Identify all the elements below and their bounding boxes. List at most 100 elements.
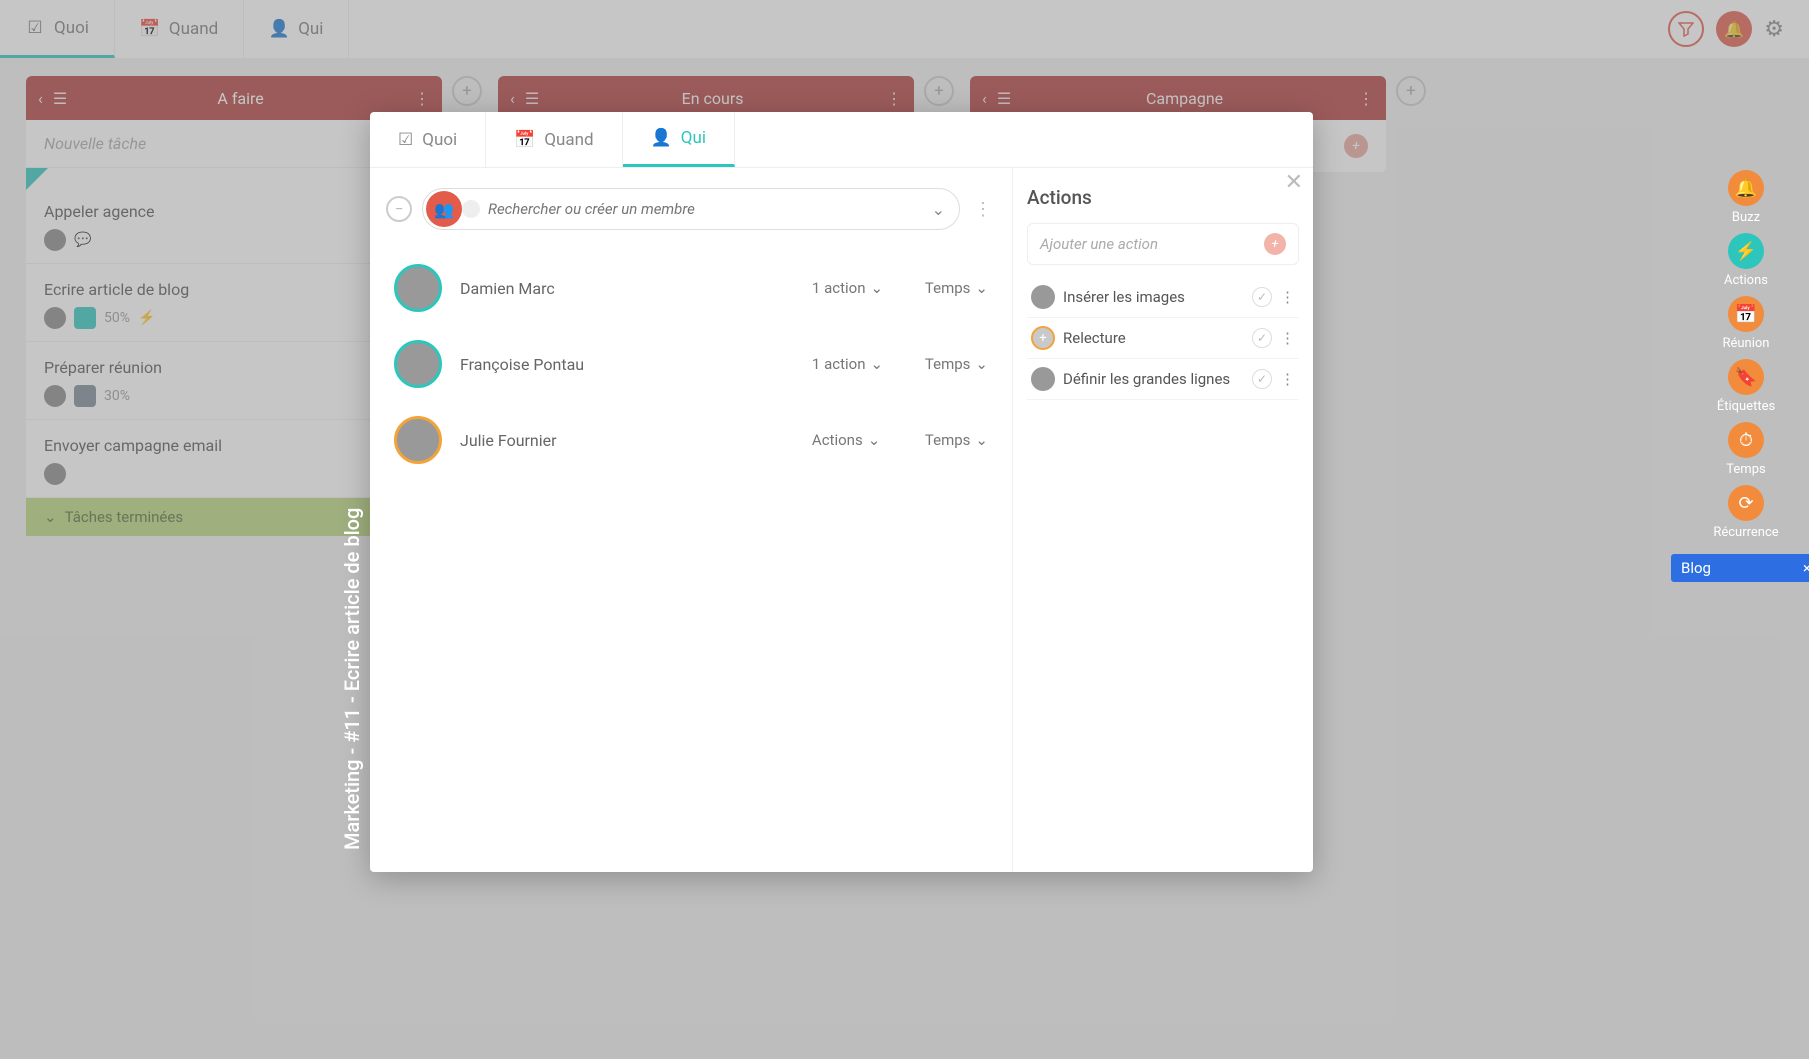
column-title: En cours — [549, 89, 876, 108]
chevron-left-icon[interactable]: ‹ — [510, 89, 515, 108]
tab-label: Quoi — [422, 130, 457, 150]
action-item[interactable]: Définir les grandes lignes ✓ ⋮ — [1027, 359, 1299, 400]
member-row[interactable]: Julie Fournier Actions ⌄ Temps ⌄ — [386, 402, 996, 478]
modal-tab-quoi[interactable]: ☑ Quoi — [370, 112, 486, 167]
add-assignee-icon[interactable]: + — [1031, 326, 1055, 350]
calendar-icon: 📅 — [514, 130, 535, 150]
notifications-button[interactable]: 🔔 — [1716, 11, 1752, 47]
clock-icon: ⏱ — [1728, 422, 1764, 458]
plus-icon[interactable]: + — [1264, 233, 1286, 255]
more-icon[interactable]: ⋮ — [1358, 89, 1374, 108]
remove-button[interactable]: − — [386, 196, 412, 222]
plus-icon[interactable]: + — [1344, 134, 1368, 158]
sidebar-temps[interactable]: ⏱ Temps — [1726, 422, 1765, 477]
add-column-button[interactable]: + — [452, 76, 482, 106]
more-icon[interactable]: ⋮ — [970, 199, 996, 220]
nav-tab-quoi[interactable]: ☑ Quoi — [0, 0, 115, 58]
avatar — [1031, 285, 1055, 309]
modal-tab-quand[interactable]: 📅 Quand — [486, 112, 622, 167]
chevron-left-icon[interactable]: ‹ — [38, 89, 43, 108]
progress-text: 50% — [104, 310, 130, 326]
sidebar-label: Actions — [1724, 273, 1768, 288]
sidebar-reunion[interactable]: 📅 Réunion — [1722, 296, 1769, 351]
modal-tab-qui[interactable]: 👤 Qui — [623, 112, 735, 167]
avatar — [394, 264, 442, 312]
modal-tabs: ☑ Quoi 📅 Quand 👤 Qui — [370, 112, 1313, 168]
comment-icon: 💬 — [74, 232, 91, 248]
sidebar-recurrence[interactable]: ⟳ Récurrence — [1713, 485, 1778, 540]
nav-tab-label: Quand — [169, 19, 218, 39]
chevron-down-icon[interactable]: ⌄ — [932, 200, 945, 219]
search-input[interactable] — [488, 200, 932, 218]
action-count-dropdown[interactable]: Actions ⌄ — [812, 431, 907, 449]
sidebar-buzz[interactable]: 🔔 Buzz — [1728, 170, 1764, 225]
time-dropdown[interactable]: Temps ⌄ — [925, 279, 988, 297]
more-icon[interactable]: ⋮ — [414, 89, 430, 108]
task-modal: ☑ Quoi 📅 Quand 👤 Qui − 👥 ⌄ ⋮ — [370, 112, 1313, 872]
repeat-icon: ⟳ — [1728, 485, 1764, 521]
sidebar-etiquettes[interactable]: 🔖 Étiquettes — [1717, 359, 1775, 414]
sort-icon[interactable]: ☰ — [53, 89, 67, 108]
action-item[interactable]: Insérer les images ✓ ⋮ — [1027, 277, 1299, 318]
avatar — [394, 340, 442, 388]
action-item[interactable]: + Relecture ✓ ⋮ — [1027, 318, 1299, 359]
tag-blog[interactable]: Blog × — [1671, 554, 1809, 582]
sort-icon[interactable]: ☰ — [997, 89, 1011, 108]
sort-icon[interactable]: ☰ — [525, 89, 539, 108]
member-row[interactable]: Damien Marc 1 action ⌄ Temps ⌄ — [386, 250, 996, 326]
chevron-left-icon[interactable]: ‹ — [982, 89, 987, 108]
action-title: Relecture — [1063, 329, 1244, 347]
nav-tab-label: Quoi — [54, 18, 89, 38]
more-icon[interactable]: ⋮ — [886, 89, 902, 108]
avatar — [394, 416, 442, 464]
check-icon[interactable]: ✓ — [1252, 287, 1272, 307]
close-button[interactable]: ✕ — [1285, 170, 1303, 195]
sidebar-label: Temps — [1726, 462, 1765, 477]
card-title: Ecrire article de blog — [44, 280, 424, 299]
more-icon[interactable]: ⋮ — [1280, 288, 1295, 306]
close-icon[interactable]: × — [1803, 559, 1809, 577]
add-action-input[interactable]: Ajouter une action + — [1027, 223, 1299, 265]
calendar-icon: 📅 — [1728, 296, 1764, 332]
more-icon[interactable]: ⋮ — [1280, 329, 1295, 347]
actions-panel: ✕ Actions Ajouter une action + Insérer l… — [1013, 168, 1313, 872]
nav-tab-label: Qui — [298, 19, 323, 39]
add-column-button[interactable]: + — [1396, 76, 1426, 106]
progress-text: 30% — [104, 388, 130, 404]
action-count-dropdown[interactable]: 1 action ⌄ — [812, 279, 907, 297]
badge-icon — [74, 385, 96, 407]
nav-tab-qui[interactable]: 👤 Qui — [244, 0, 349, 58]
bell-icon: 🔔 — [1728, 170, 1764, 206]
chevron-down-icon: ⌄ — [870, 279, 883, 297]
check-icon[interactable]: ✓ — [1252, 328, 1272, 348]
placeholder-text: Ajouter une action — [1040, 235, 1158, 253]
check-icon[interactable]: ✓ — [1252, 369, 1272, 389]
top-nav: ☑ Quoi 📅 Quand 👤 Qui 🔔 ⚙ — [0, 0, 1809, 58]
action-count-dropdown[interactable]: 1 action ⌄ — [812, 355, 907, 373]
nav-tab-quand[interactable]: 📅 Quand — [115, 0, 244, 58]
chevron-down-icon: ⌄ — [868, 431, 881, 449]
time-dropdown[interactable]: Temps ⌄ — [925, 431, 988, 449]
more-icon[interactable]: ⋮ — [1280, 370, 1295, 388]
person-icon: 👤 — [269, 19, 289, 39]
time-dropdown[interactable]: Temps ⌄ — [925, 355, 988, 373]
member-row[interactable]: Françoise Pontau 1 action ⌄ Temps ⌄ — [386, 326, 996, 402]
placeholder-text: Nouvelle tâche — [44, 134, 146, 153]
settings-button[interactable]: ⚙ — [1764, 17, 1784, 42]
calendar-icon: 📅 — [140, 19, 160, 39]
column-title: Campagne — [1021, 89, 1348, 108]
filter-button[interactable] — [1668, 11, 1704, 47]
bolt-icon: ⚡ — [138, 310, 155, 326]
add-column-button[interactable]: + — [924, 76, 954, 106]
member-search[interactable]: 👥 ⌄ — [422, 188, 960, 230]
right-sidebar: 🔔 Buzz ⚡ Actions 📅 Réunion 🔖 Étiquettes … — [1703, 170, 1789, 582]
sidebar-label: Buzz — [1732, 210, 1760, 225]
bolt-icon: ⚡ — [1728, 233, 1764, 269]
badge-icon — [74, 307, 96, 329]
filter-icon — [1678, 21, 1694, 37]
avatar — [1031, 367, 1055, 391]
avatar — [44, 229, 66, 251]
sidebar-actions[interactable]: ⚡ Actions — [1724, 233, 1768, 288]
actions-title: Actions — [1027, 186, 1299, 209]
sidebar-label: Réunion — [1722, 336, 1769, 351]
